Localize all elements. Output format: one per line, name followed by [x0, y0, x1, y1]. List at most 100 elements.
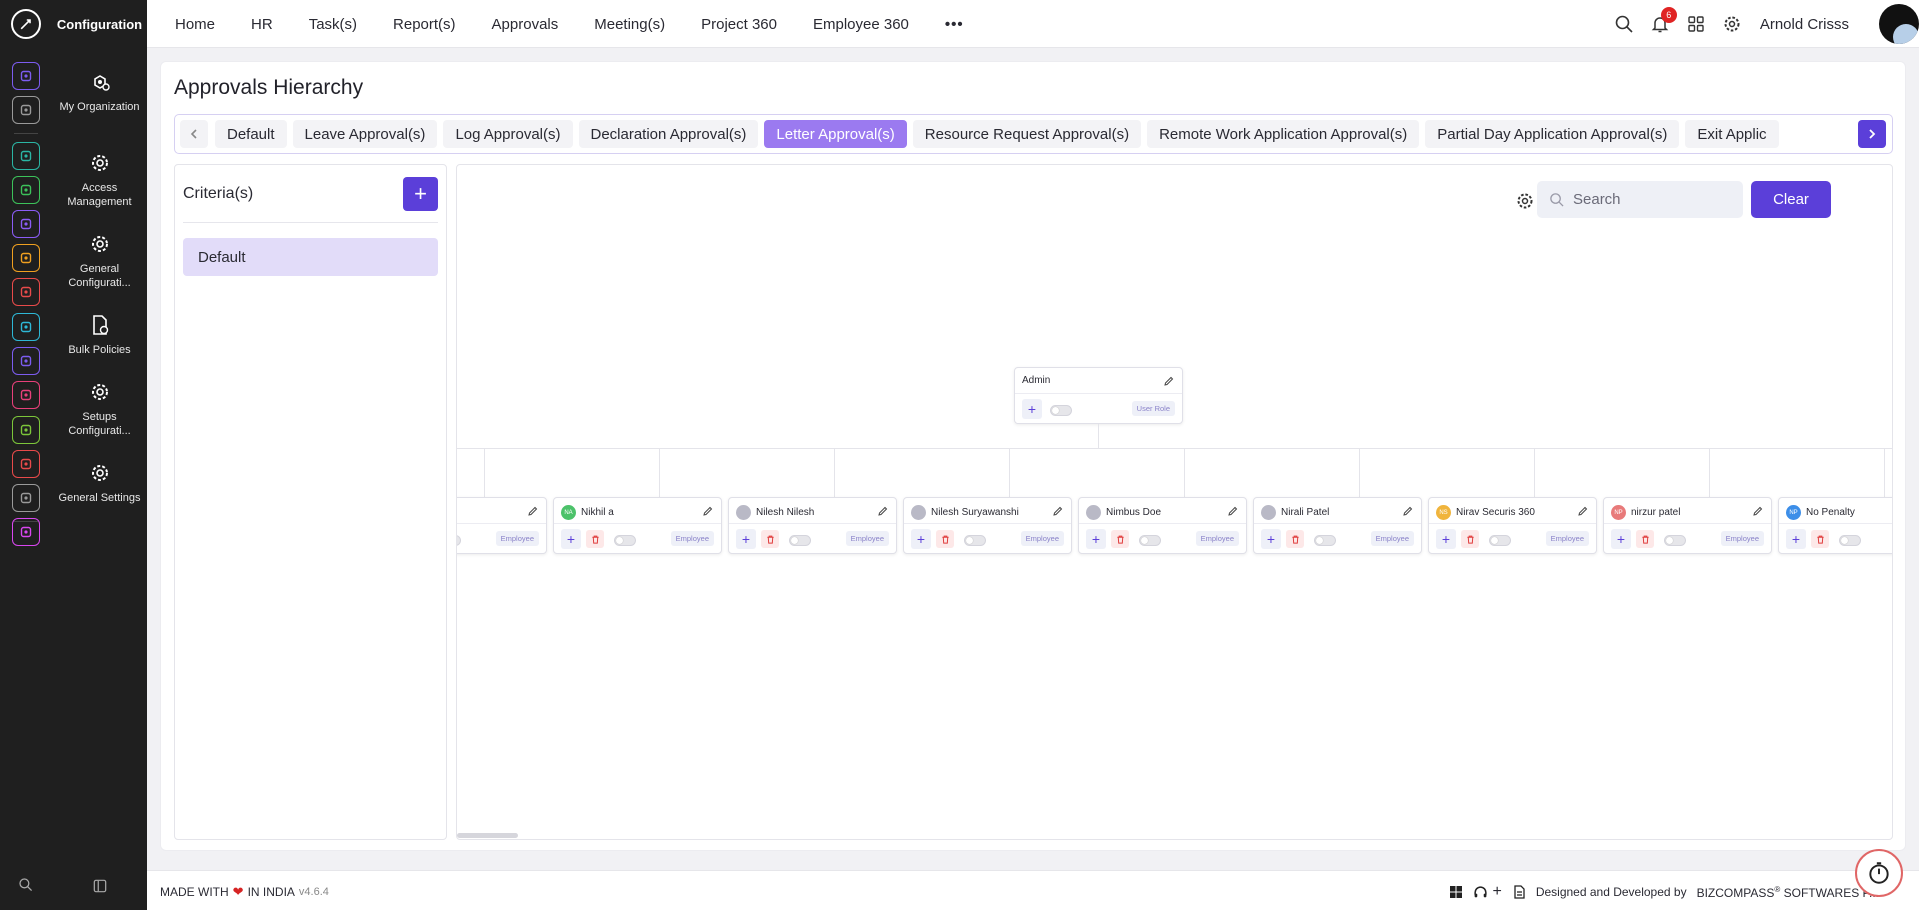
criteria-item-default[interactable]: Default: [183, 238, 438, 276]
people-icon[interactable]: [12, 142, 40, 170]
toggle-switch[interactable]: [1139, 535, 1161, 546]
pin-icon[interactable]: [12, 96, 40, 124]
toggle-switch[interactable]: [964, 535, 986, 546]
tabs-scroll-left-button[interactable]: [180, 120, 208, 148]
tree-node-employee[interactable]: Nimbus Doe + Employee: [1078, 497, 1247, 554]
toggle-switch[interactable]: [1489, 535, 1511, 546]
toggle-switch[interactable]: [1314, 535, 1336, 546]
tree-node-employee[interactable]: NS Nirav Securis 360 + Employee: [1428, 497, 1597, 554]
app-logo-icon[interactable]: [11, 9, 41, 39]
add-child-button[interactable]: +: [1611, 529, 1631, 549]
archive-icon[interactable]: [12, 313, 40, 341]
add-child-button[interactable]: +: [1261, 529, 1281, 549]
edit-pencil-icon[interactable]: [1164, 376, 1174, 386]
delete-icon[interactable]: [1461, 530, 1479, 548]
monitor-icon[interactable]: [12, 381, 40, 409]
add-child-button[interactable]: +: [1086, 529, 1106, 549]
edit-pencil-icon[interactable]: [1578, 506, 1588, 516]
delete-icon[interactable]: [1286, 530, 1304, 548]
delete-icon[interactable]: [936, 530, 954, 548]
plus-icon[interactable]: +: [1492, 883, 1501, 901]
tab-log-approval-s[interactable]: Log Approval(s): [443, 120, 573, 148]
timer-stopwatch-icon[interactable]: [1855, 849, 1903, 897]
toggle-switch[interactable]: [1839, 535, 1861, 546]
delete-icon[interactable]: [1811, 530, 1829, 548]
tabs-scroll-right-button[interactable]: [1858, 120, 1886, 148]
tree-node-employee[interactable]: NPNo Penalty+Employee: [1778, 497, 1892, 554]
horizontal-scrollbar[interactable]: [457, 833, 518, 838]
nav-project-360[interactable]: Project 360: [701, 16, 777, 33]
tab-letter-approval-s[interactable]: Letter Approval(s): [764, 120, 907, 148]
nav-employee-360[interactable]: Employee 360: [813, 16, 909, 33]
add-child-button[interactable]: +: [736, 529, 756, 549]
house-outline-icon[interactable]: [12, 484, 40, 512]
toggle-switch[interactable]: [1664, 535, 1686, 546]
tab-resource-request-approval-s[interactable]: Resource Request Approval(s): [912, 120, 1142, 148]
notification-bell-icon[interactable]: 6: [1650, 7, 1677, 34]
tab-default[interactable]: Default: [215, 120, 287, 148]
toggle-switch[interactable]: [1050, 405, 1072, 416]
add-child-button[interactable]: +: [911, 529, 931, 549]
delete-icon[interactable]: [1636, 530, 1654, 548]
add-child-button[interactable]: +: [1022, 399, 1042, 419]
sidebar-item-general-configuration[interactable]: General Configurati...: [52, 232, 147, 290]
file-icon[interactable]: [12, 416, 40, 444]
nav-meetings[interactable]: Meeting(s): [594, 16, 665, 33]
settings-gear-icon[interactable]: [1722, 14, 1742, 34]
document-icon[interactable]: [1512, 885, 1526, 899]
edit-pencil-icon[interactable]: [1403, 506, 1413, 516]
home-icon[interactable]: [12, 62, 40, 90]
tree-node-employee[interactable]: Nirali Patel + Employee: [1253, 497, 1422, 554]
hands-icon[interactable]: [12, 244, 40, 272]
tree-node-employee[interactable]: Neeraj+Employee: [457, 497, 547, 554]
tab-remote-work-application-approval-s[interactable]: Remote Work Application Approval(s): [1147, 120, 1420, 148]
box-icon[interactable]: [12, 176, 40, 204]
nav-more-button[interactable]: •••: [945, 16, 964, 33]
windows-icon[interactable]: [1449, 885, 1463, 899]
user-name[interactable]: Arnold Crisss: [1760, 16, 1849, 33]
delete-icon[interactable]: [761, 530, 779, 548]
apps-grid-icon[interactable]: [1686, 14, 1706, 34]
tab-declaration-approval-s[interactable]: Declaration Approval(s): [578, 120, 759, 148]
sidebar-item-setups-configuration[interactable]: Setups Configurati...: [52, 380, 147, 438]
delete-icon[interactable]: [586, 530, 604, 548]
clear-button[interactable]: Clear: [1751, 181, 1831, 218]
collapse-sidebar-icon[interactable]: [93, 879, 107, 898]
target-icon[interactable]: [12, 278, 40, 306]
toggle-switch[interactable]: [614, 535, 636, 546]
tree-node-employee[interactable]: Nilesh Suryawanshi + Employee: [903, 497, 1072, 554]
support-icon[interactable]: [12, 450, 40, 478]
sidebar-item-bulk-policies[interactable]: Bulk Policies: [52, 313, 147, 357]
toggle-switch[interactable]: [789, 535, 811, 546]
edit-pencil-icon[interactable]: [1228, 506, 1238, 516]
add-child-button[interactable]: +: [561, 529, 581, 549]
sidebar-item-my-organization[interactable]: My Organization: [52, 70, 147, 114]
nav-tasks[interactable]: Task(s): [309, 16, 357, 33]
tree-node-employee[interactable]: NA Nikhil a + Employee: [553, 497, 722, 554]
delete-icon[interactable]: [1111, 530, 1129, 548]
tree-settings-icon[interactable]: [1515, 191, 1535, 211]
settings-icon[interactable]: [12, 518, 40, 546]
nav-hr[interactable]: HR: [251, 16, 273, 33]
search-icon[interactable]: [1614, 14, 1634, 34]
tab-leave-approval-s[interactable]: Leave Approval(s): [292, 120, 438, 148]
add-criteria-button[interactable]: +: [403, 177, 438, 211]
tab-partial-day-application-approval-s[interactable]: Partial Day Application Approval(s): [1425, 120, 1680, 148]
edit-pencil-icon[interactable]: [878, 506, 888, 516]
tree-node-employee[interactable]: Nilesh Nilesh + Employee: [728, 497, 897, 554]
edit-pencil-icon[interactable]: [1053, 506, 1063, 516]
user-avatar[interactable]: [1879, 4, 1919, 44]
nav-reports[interactable]: Report(s): [393, 16, 456, 33]
add-child-button[interactable]: +: [1436, 529, 1456, 549]
rail-search-icon[interactable]: [18, 877, 34, 898]
sidebar-item-general-settings[interactable]: General Settings: [52, 461, 147, 505]
edit-pencil-icon[interactable]: [703, 506, 713, 516]
nav-approvals[interactable]: Approvals: [492, 16, 559, 33]
tree-search-input[interactable]: Search: [1537, 181, 1743, 218]
toggle-switch[interactable]: [457, 535, 461, 546]
tree-node-employee[interactable]: NP nirzur patel + Employee: [1603, 497, 1772, 554]
sidebar-item-access-management[interactable]: Access Management: [52, 151, 147, 209]
nav-home[interactable]: Home: [175, 16, 215, 33]
support-headset-icon[interactable]: [1473, 885, 1488, 900]
briefcase-icon[interactable]: [12, 210, 40, 238]
